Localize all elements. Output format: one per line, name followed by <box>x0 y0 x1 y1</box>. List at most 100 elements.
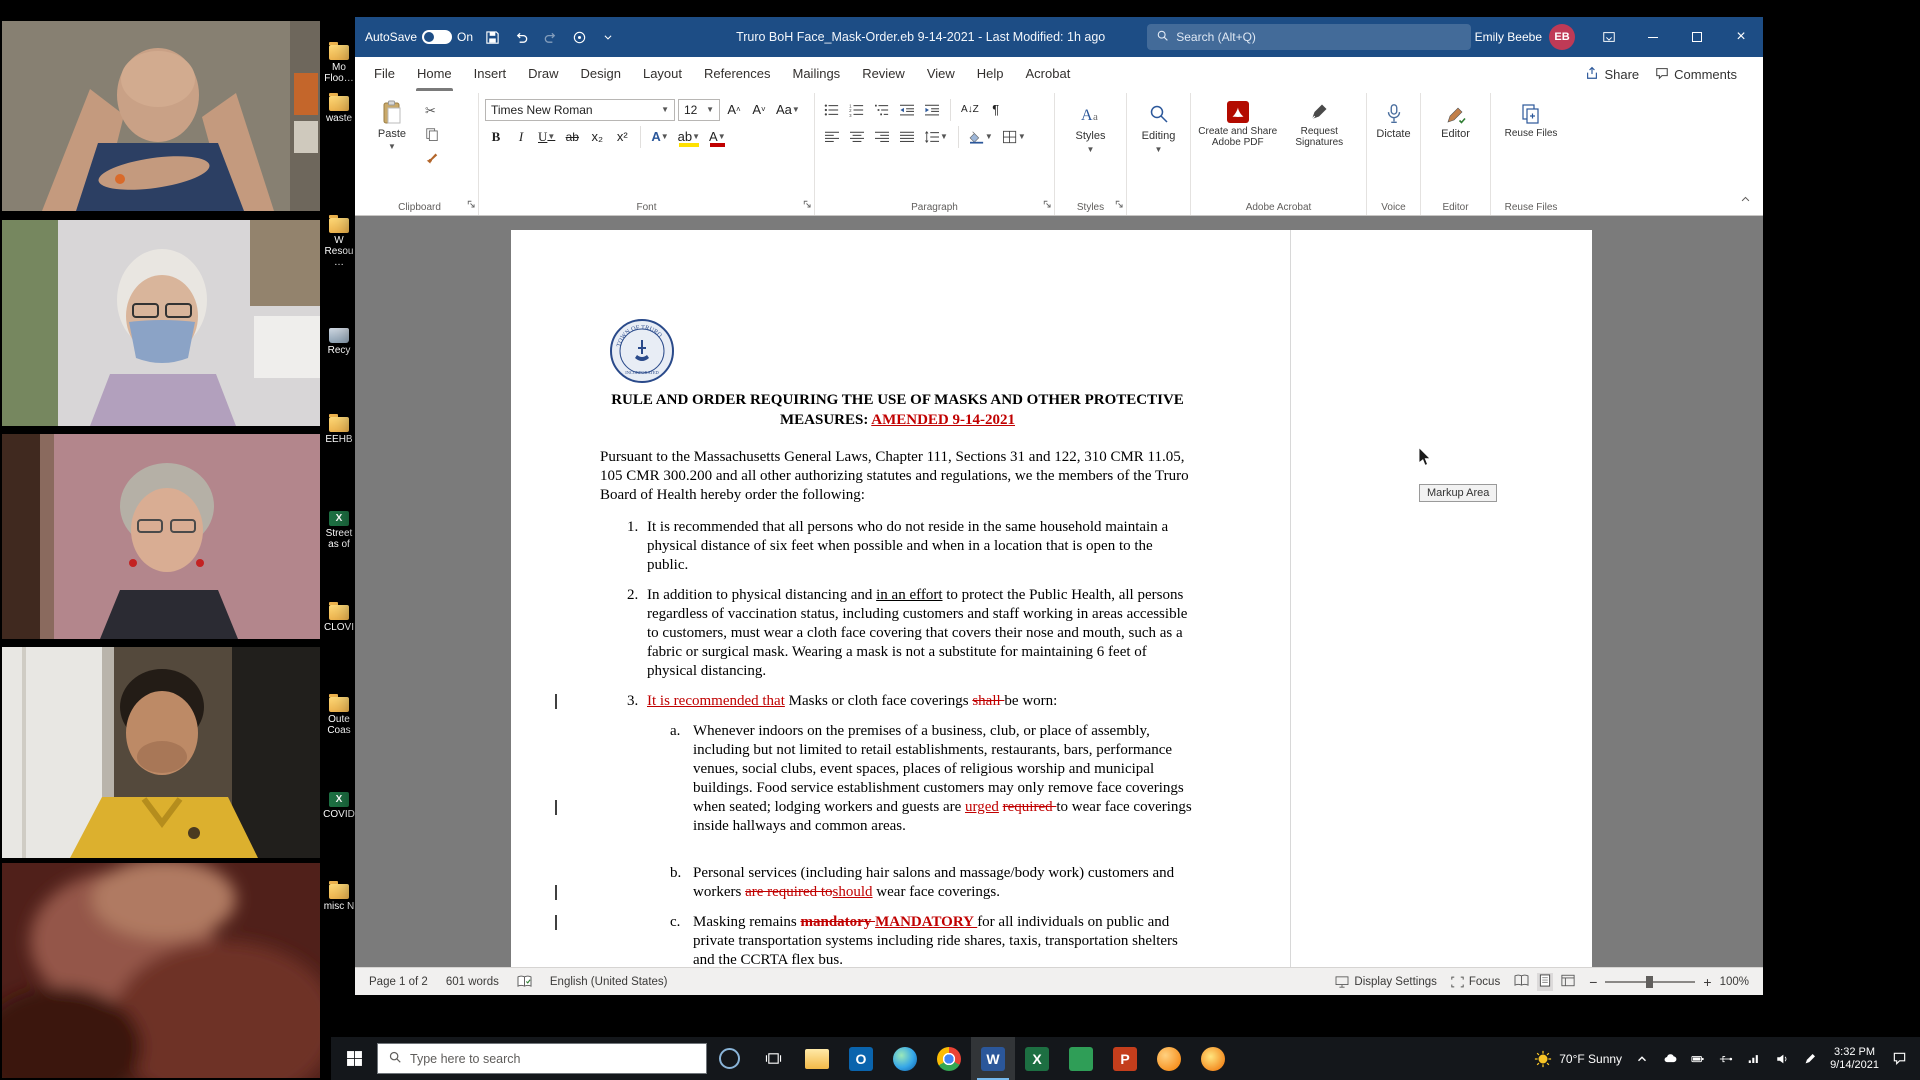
menu-tab-file[interactable]: File <box>363 57 406 91</box>
font-dialog-launcher-icon[interactable] <box>802 195 811 213</box>
document-paragraph[interactable]: 3.It is recommended that Masks or cloth … <box>600 692 1195 711</box>
collapse-ribbon-icon[interactable] <box>1740 192 1751 210</box>
print-layout-icon[interactable] <box>1537 973 1553 991</box>
document-paragraph[interactable]: c.Masking remains mandatory MANDATORY fo… <box>600 913 1195 967</box>
paragraph-dialog-launcher-icon[interactable] <box>1042 195 1051 213</box>
strikethrough-button[interactable]: ab <box>561 125 583 149</box>
zoom-level[interactable]: 100% <box>1720 976 1749 988</box>
task-view-button[interactable] <box>751 1037 795 1080</box>
menu-tab-design[interactable]: Design <box>570 57 632 91</box>
word-count[interactable]: 601 words <box>446 976 499 988</box>
document-paragraph[interactable]: 1.It is recommended that all persons who… <box>600 518 1195 575</box>
taskbar-app-word[interactable]: W <box>971 1037 1015 1080</box>
request-signatures-button[interactable]: Request Signatures <box>1279 96 1361 199</box>
document-paragraph[interactable]: a.Whenever indoors on the premises of a … <box>600 722 1195 836</box>
superscript-button[interactable]: x² <box>611 125 633 149</box>
quick-access-dropdown-icon[interactable] <box>598 26 618 48</box>
create-share-pdf-button[interactable]: Create and Share Adobe PDF <box>1197 96 1279 199</box>
chevron-up-icon[interactable] <box>1633 1050 1651 1068</box>
shading-button[interactable]: ▼ <box>966 125 996 149</box>
taskbar-app-green-app[interactable] <box>1059 1037 1103 1080</box>
sort-button[interactable]: A↓Z <box>958 98 982 122</box>
markup-area-pane[interactable] <box>1290 230 1592 967</box>
change-case-button[interactable]: Aa▼ <box>773 98 803 122</box>
save-icon[interactable] <box>482 26 502 48</box>
align-right-button[interactable] <box>871 125 893 149</box>
taskbar-app-excel[interactable]: X <box>1015 1037 1059 1080</box>
document-paragraph[interactable]: 2.In addition to physical distancing and… <box>600 586 1195 681</box>
network-icon[interactable] <box>1745 1050 1763 1068</box>
participant-video-4[interactable] <box>2 647 320 858</box>
font-color-button[interactable]: A▼ <box>706 125 729 149</box>
close-button[interactable]: × <box>1719 17 1763 57</box>
menu-tab-home[interactable]: Home <box>406 57 463 91</box>
taskbar-app-powerpoint[interactable]: P <box>1103 1037 1147 1080</box>
zoom-in-icon[interactable]: + <box>1703 974 1711 990</box>
start-button[interactable] <box>331 1037 377 1080</box>
desktop-icon[interactable]: misc N <box>322 884 356 912</box>
onedrive-icon[interactable] <box>1661 1050 1679 1068</box>
styles-button[interactable]: Aa Styles ▼ <box>1061 96 1120 199</box>
zoom-slider-thumb[interactable] <box>1646 976 1653 988</box>
battery-icon[interactable] <box>1689 1050 1707 1068</box>
cortana-button[interactable] <box>707 1037 751 1080</box>
dictate-button[interactable]: Dictate <box>1373 96 1414 199</box>
numbering-button[interactable]: 123 <box>846 98 868 122</box>
show-formatting-marks-button[interactable]: ¶ <box>985 98 1007 122</box>
document-paragraph[interactable]: b.Personal services (including hair salo… <box>600 864 1195 902</box>
menu-tab-review[interactable]: Review <box>851 57 916 91</box>
paste-button[interactable]: Paste ▼ <box>367 96 417 165</box>
desktop-icon[interactable]: COVID <box>322 792 356 820</box>
ribbon-display-options-icon[interactable] <box>1587 17 1631 57</box>
comments-button[interactable]: Comments <box>1655 66 1737 83</box>
menu-tab-insert[interactable]: Insert <box>463 57 518 91</box>
desktop-icon[interactable]: EEHB <box>322 417 356 445</box>
font-name-select[interactable]: Times New Roman▼ <box>485 99 675 121</box>
read-mode-icon[interactable] <box>1514 974 1529 990</box>
minimize-button[interactable] <box>1631 17 1675 57</box>
desktop-icon[interactable]: W Resou… <box>322 218 356 268</box>
maximize-button[interactable] <box>1675 17 1719 57</box>
multilevel-list-button[interactable] <box>871 98 893 122</box>
taskbar-app-edge[interactable] <box>883 1037 927 1080</box>
format-painter-icon[interactable] <box>425 149 439 165</box>
menu-tab-draw[interactable]: Draw <box>517 57 569 91</box>
shrink-font-button[interactable]: A˅ <box>748 98 770 122</box>
align-center-button[interactable] <box>846 125 868 149</box>
editor-button[interactable]: Editor <box>1427 96 1484 199</box>
taskbar-app-file-explorer[interactable] <box>795 1037 839 1080</box>
zoom-out-icon[interactable]: − <box>1589 974 1597 990</box>
document-heading[interactable]: RULE AND ORDER REQUIRING THE USE OF MASK… <box>600 390 1195 430</box>
proofing-icon[interactable] <box>517 975 532 988</box>
menu-tab-help[interactable]: Help <box>966 57 1015 91</box>
undo-icon[interactable] <box>511 26 531 48</box>
menu-tab-acrobat[interactable]: Acrobat <box>1015 57 1082 91</box>
participant-video-3[interactable] <box>2 434 320 639</box>
share-button[interactable]: Share <box>1585 66 1639 83</box>
account-button[interactable]: Emily Beebe EB <box>1475 24 1575 50</box>
search-input[interactable]: Search (Alt+Q) <box>1147 24 1471 50</box>
bullets-button[interactable] <box>821 98 843 122</box>
highlight-color-button[interactable]: ab▼ <box>675 125 703 149</box>
clipboard-dialog-launcher-icon[interactable] <box>466 195 475 213</box>
desktop-icon[interactable]: Recy <box>322 328 356 356</box>
editing-button[interactable]: Editing ▼ <box>1133 96 1184 199</box>
autosave-toggle[interactable]: AutoSave On <box>365 30 473 44</box>
focus-button[interactable]: Focus <box>1451 976 1500 988</box>
justify-button[interactable] <box>896 125 918 149</box>
taskbar-app-chrome[interactable] <box>927 1037 971 1080</box>
taskbar-search-input[interactable]: Type here to search <box>377 1043 707 1074</box>
grow-font-button[interactable]: A˄ <box>723 98 745 122</box>
participant-video-5[interactable] <box>2 863 320 1078</box>
touch-mouse-mode-icon[interactable] <box>569 26 589 48</box>
italic-button[interactable]: I <box>510 125 532 149</box>
page-indicator[interactable]: Page 1 of 2 <box>369 976 428 988</box>
menu-tab-layout[interactable]: Layout <box>632 57 693 91</box>
usb-icon[interactable] <box>1717 1050 1735 1068</box>
styles-dialog-launcher-icon[interactable] <box>1114 195 1123 213</box>
volume-icon[interactable] <box>1773 1050 1791 1068</box>
cut-icon[interactable]: ✂ <box>425 103 439 119</box>
menu-tab-view[interactable]: View <box>916 57 966 91</box>
desktop-icon[interactable]: waste <box>322 96 356 124</box>
desktop-icon[interactable]: Mo Floo… <box>322 45 356 84</box>
